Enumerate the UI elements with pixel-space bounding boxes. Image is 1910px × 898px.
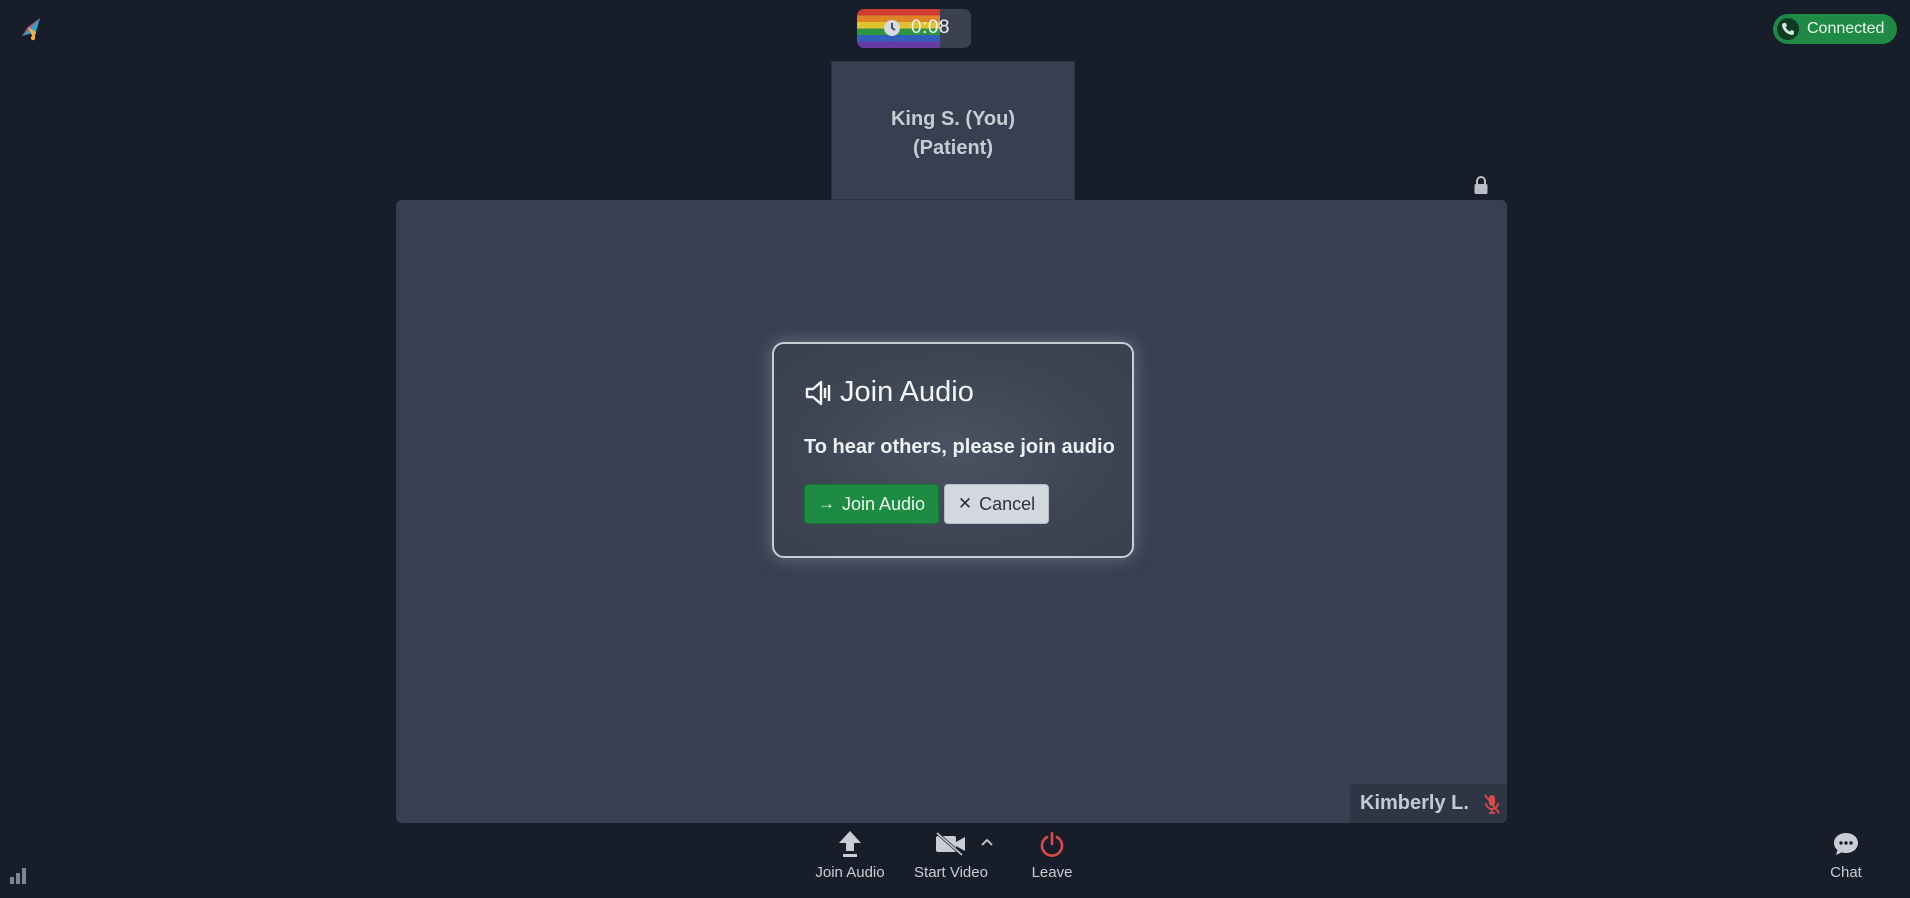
brand-logo-icon	[18, 14, 46, 42]
join-audio-button[interactable]: → Join Audio	[804, 484, 939, 524]
video-off-icon	[934, 826, 968, 862]
dialog-header: Join Audio	[804, 376, 974, 409]
dialog-message: To hear others, please join audio	[804, 436, 1115, 458]
chat-bubble-icon	[1832, 826, 1860, 862]
speaker-icon	[804, 379, 834, 407]
toolbar-chat-label: Chat	[1830, 864, 1862, 881]
toolbar-chat-button[interactable]: Chat	[1796, 826, 1896, 890]
phone-icon	[1777, 18, 1799, 40]
toolbar-join-audio-label: Join Audio	[815, 864, 885, 881]
timer-value: 0:08	[911, 17, 950, 38]
cancel-button[interactable]: ✕ Cancel	[944, 484, 1049, 524]
self-name-line1: King S. (You)	[890, 108, 1016, 130]
self-role-line2: (Patient)	[913, 137, 993, 159]
chevron-up-icon[interactable]	[980, 834, 994, 846]
toolbar-leave-label: Leave	[1031, 864, 1073, 881]
power-icon	[1038, 826, 1066, 862]
upload-arrow-icon	[837, 826, 863, 862]
arrow-right-icon: →	[817, 494, 835, 513]
cancel-button-label: Cancel	[979, 493, 1036, 514]
close-icon: ✕	[957, 494, 973, 513]
connection-status-label: Connected	[1807, 20, 1885, 37]
self-video-tile[interactable]: King S. (You) (Patient)	[831, 61, 1075, 200]
join-audio-dialog: Join Audio To hear others, please join a…	[772, 342, 1134, 558]
participant-name: Kimberly L.	[1360, 792, 1469, 814]
mic-muted-icon	[1483, 793, 1501, 815]
call-timer: 0:08	[857, 9, 971, 48]
clock-icon	[883, 19, 901, 37]
lock-icon[interactable]	[1473, 175, 1489, 195]
participant-name-tag: Kimberly L.	[1350, 784, 1507, 823]
connection-status-badge: Connected	[1773, 14, 1897, 44]
dialog-title: Join Audio	[840, 376, 974, 408]
join-audio-button-label: Join Audio	[841, 493, 926, 514]
toolbar-leave-button[interactable]: Leave	[1002, 826, 1102, 890]
toolbar-join-audio-button[interactable]: Join Audio	[800, 826, 900, 890]
self-name: King S. (You) (Patient)	[832, 105, 1074, 163]
toolbar-start-video-label: Start Video	[914, 864, 988, 881]
signal-bars-icon[interactable]	[9, 866, 29, 884]
